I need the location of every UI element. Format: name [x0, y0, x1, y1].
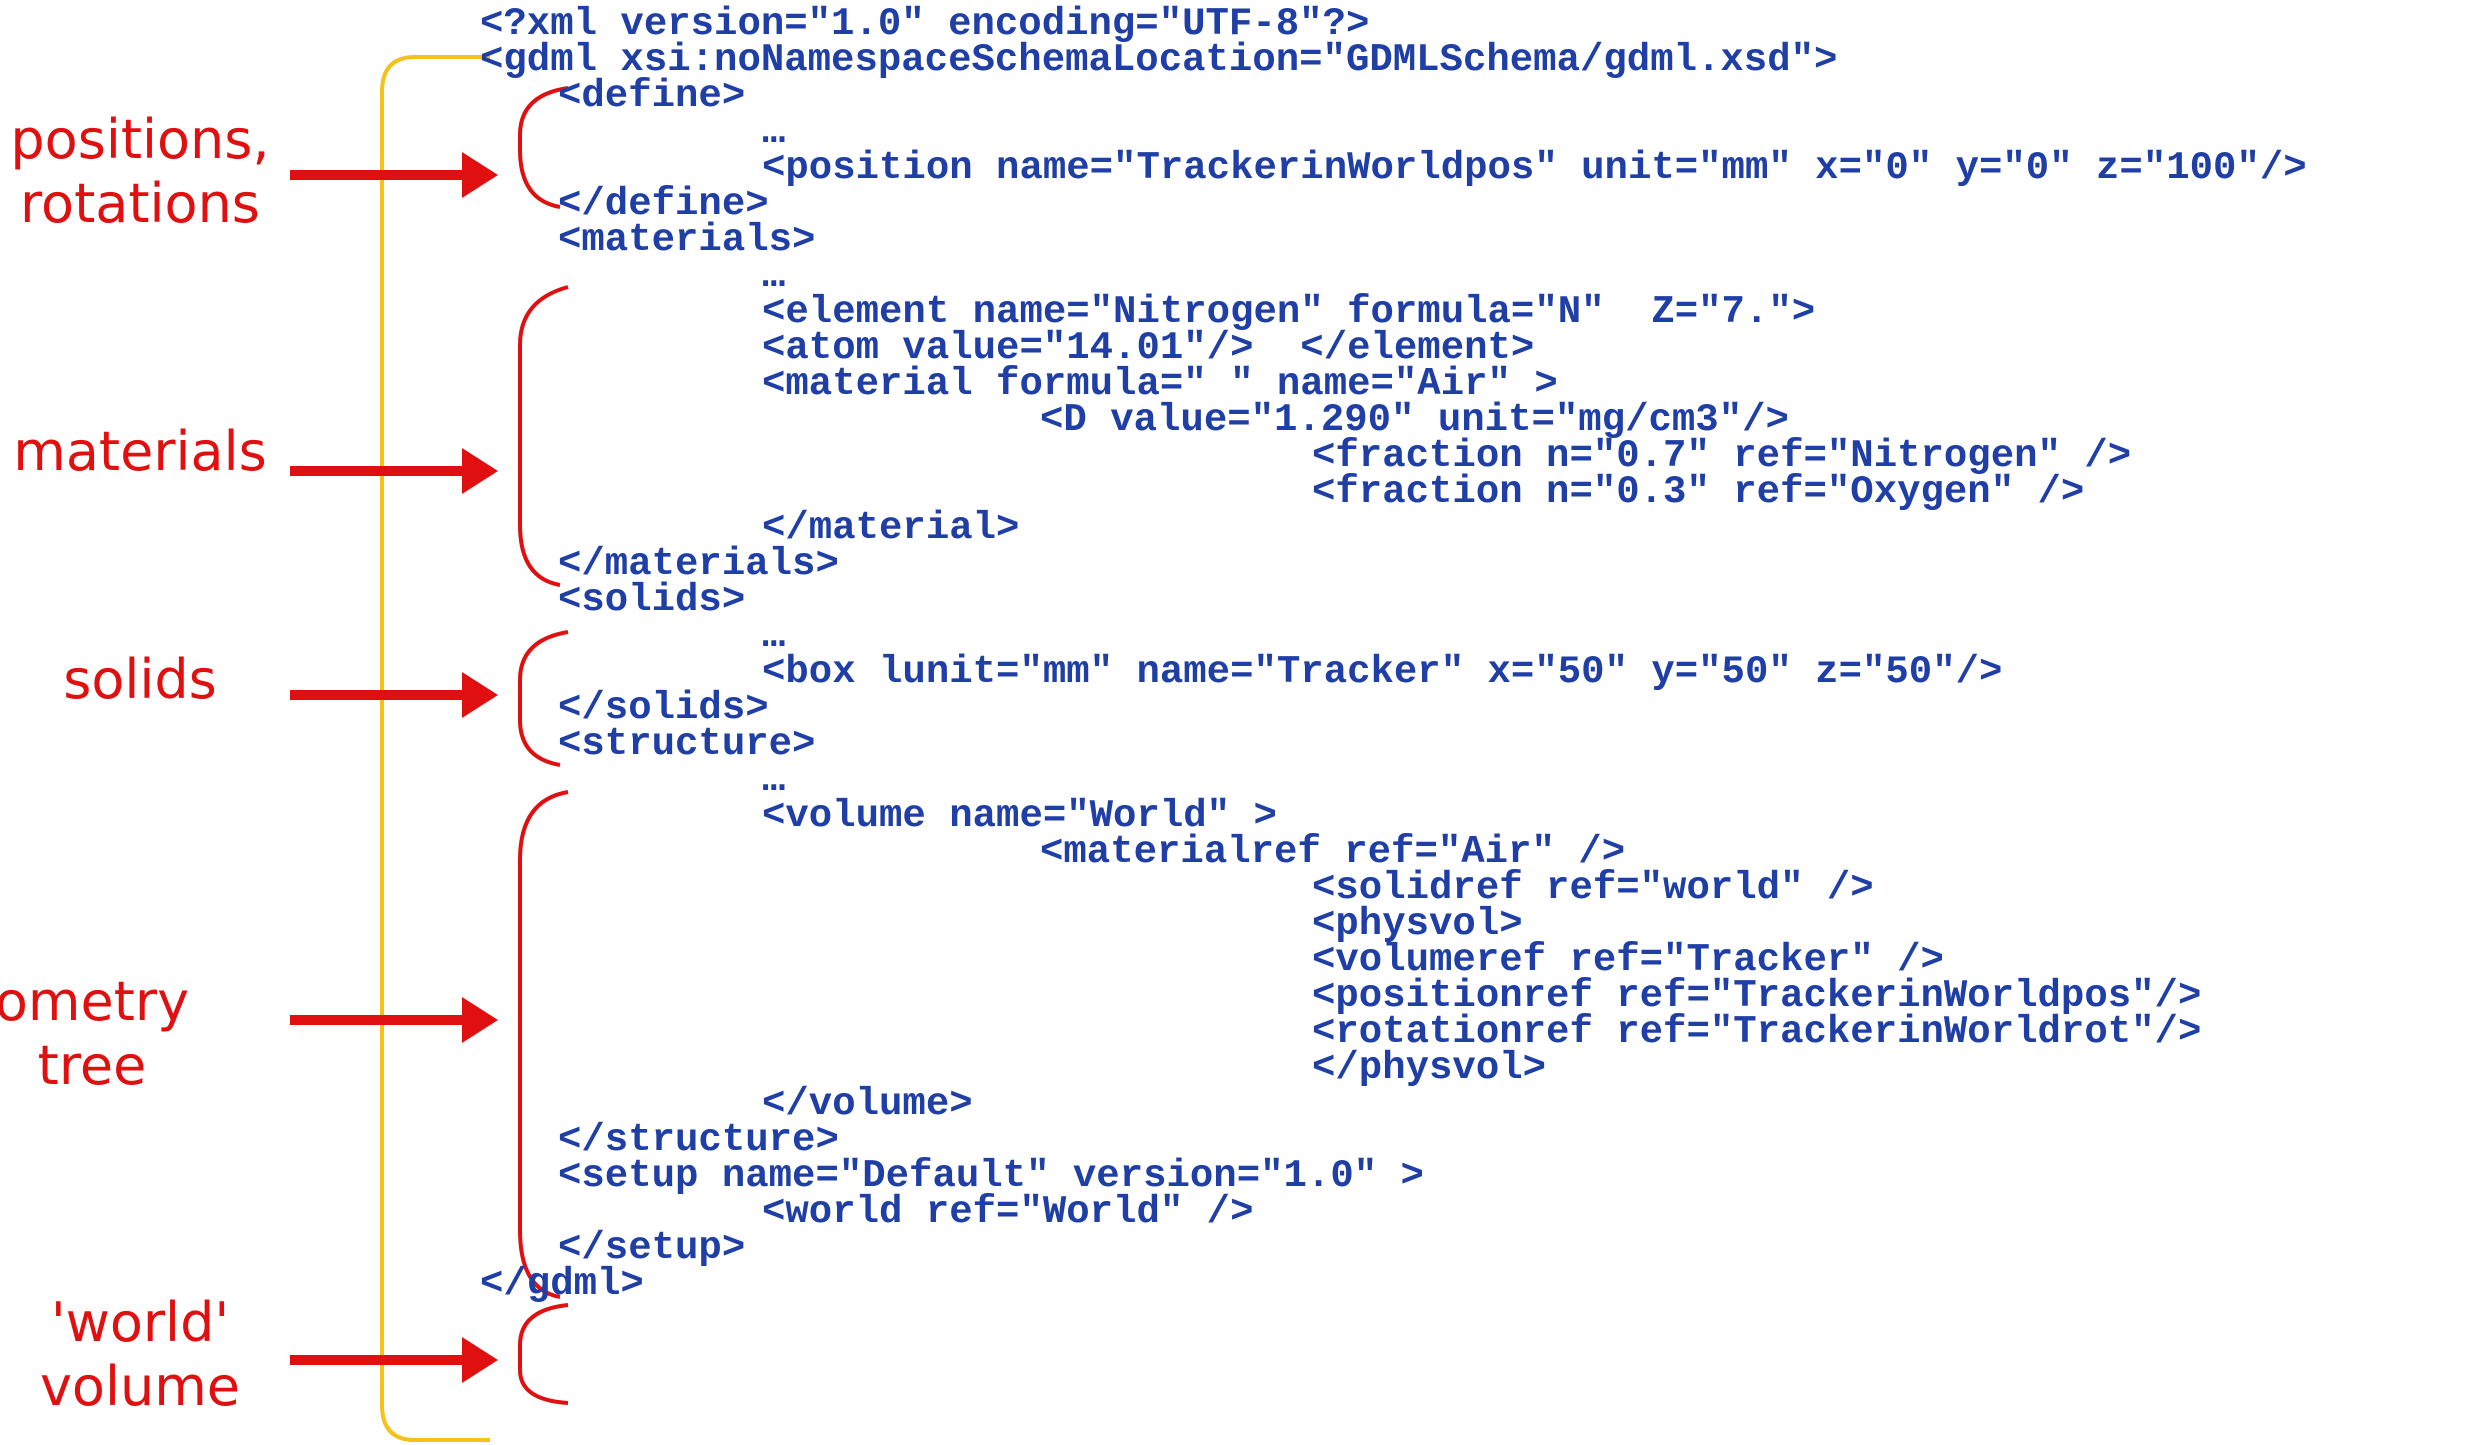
arrow-world-volume [290, 1337, 498, 1383]
arrow-positions-rotations [290, 152, 498, 198]
label-line: 'world' [50, 1291, 230, 1354]
code-line-fraction-oxygen: <fraction n="0.3" ref="Oxygen" /> [1312, 470, 2085, 514]
label-line: ometry tree [0, 970, 190, 1097]
code-line-position: <position name="TrackerinWorldpos" unit=… [762, 146, 2307, 190]
label-positions-rotations: positions, rotations [0, 108, 290, 236]
arrow-solids [290, 672, 498, 718]
code-line-material-air: <material formula=" " name="Air" > [762, 362, 1558, 406]
code-line-physvol-close: </physvol> [1312, 1046, 1547, 1090]
code-line-solidref: <solidref ref="world" /> [1312, 866, 1874, 910]
outer-gdml-bracket [380, 55, 490, 1442]
code-line-solids-open: <solids> [558, 578, 746, 622]
code-line-atom: <atom value="14.01"/> </element> [762, 326, 1535, 370]
label-line: positions, [10, 108, 270, 171]
code-line-solids-close: </solids> [558, 686, 769, 730]
code-line-define-ellipsis: … [762, 110, 786, 154]
label-line: rotations [20, 172, 260, 235]
code-line-structure-open: <structure> [558, 722, 816, 766]
code-line-density: <D value="1.290" unit="mg/cm3"/> [1040, 398, 1789, 442]
code-line-define-open: <define> [558, 74, 746, 118]
code-line-materials-ellipsis: … [762, 254, 786, 298]
code-line-physvol-open: <physvol> [1312, 902, 1523, 946]
label-solids: solids [0, 648, 290, 712]
code-line-gdml-open: <gdml xsi:noNamespaceSchemaLocation="GDM… [480, 38, 1838, 82]
code-line-define-close: </define> [558, 182, 769, 226]
arrow-geometry-tree [290, 997, 498, 1043]
bracket-structure [518, 790, 569, 1299]
bracket-materials [518, 285, 569, 587]
code-line-box-tracker: <box lunit="mm" name="Tracker" x="50" y=… [762, 650, 2003, 694]
code-line-structure-close: </structure> [558, 1118, 839, 1162]
code-line-world-ref: <world ref="World" /> [762, 1190, 1254, 1234]
code-line-gdml-close: </gdml> [480, 1262, 644, 1306]
code-line-material-close: </material> [762, 506, 1020, 550]
code-line-element-nitrogen: <element name="Nitrogen" formula="N" Z="… [762, 290, 1816, 334]
arrow-materials [290, 448, 498, 494]
label-world-volume: 'world' volume [0, 1291, 290, 1419]
code-line-setup-open: <setup name="Default" version="1.0" > [558, 1154, 1424, 1198]
code-line-materialref: <materialref ref="Air" /> [1040, 830, 1626, 874]
code-line-volumeref: <volumeref ref="Tracker" /> [1312, 938, 1944, 982]
code-line-fraction-nitrogen: <fraction n="0.7" ref="Nitrogen" /> [1312, 434, 2132, 478]
label-line: solids [63, 648, 217, 711]
code-line-xml-declaration: <?xml version="1.0" encoding="UTF-8"?> [480, 2, 1370, 46]
code-line-volume-close: </volume> [762, 1082, 973, 1126]
code-line-structure-ellipsis: … [762, 758, 786, 802]
bracket-world-volume [518, 1303, 569, 1405]
label-line: volume [39, 1355, 241, 1418]
code-line-rotationref: <rotationref ref="TrackerinWorldrot"/> [1312, 1010, 2202, 1054]
code-line-materials-close: </materials> [558, 542, 839, 586]
code-line-positionref: <positionref ref="TrackerinWorldpos"/> [1312, 974, 2202, 1018]
code-line-volume-world: <volume name="World" > [762, 794, 1277, 838]
label-materials: materials [0, 420, 290, 484]
code-line-solids-ellipsis: … [762, 614, 786, 658]
code-line-materials-open: <materials> [558, 218, 816, 262]
code-line-setup-close: </setup> [558, 1226, 746, 1270]
label-line: materials [13, 420, 267, 483]
label-geometry-tree: ometry tree [0, 970, 242, 1098]
